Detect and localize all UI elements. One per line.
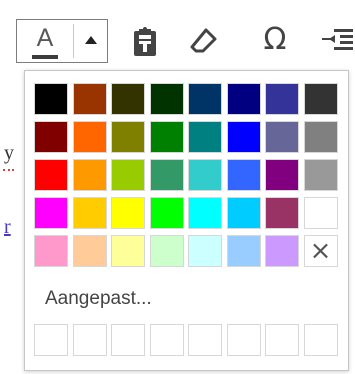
color-swatch[interactable] (34, 83, 68, 115)
color-swatch[interactable] (72, 121, 107, 153)
custom-color-slot[interactable] (111, 324, 145, 356)
color-swatch[interactable] (72, 197, 107, 229)
color-swatch[interactable] (72, 83, 107, 115)
color-swatch[interactable] (226, 159, 261, 191)
color-swatch[interactable] (111, 83, 145, 115)
color-swatch[interactable] (34, 159, 68, 191)
custom-color-slot[interactable] (226, 324, 261, 356)
eraser-icon[interactable] (187, 22, 221, 58)
color-picker-popup: × Aangepast... (24, 70, 349, 371)
current-color-bar (32, 55, 58, 59)
color-swatch[interactable] (188, 197, 222, 229)
color-swatch[interactable] (34, 235, 68, 267)
color-swatch[interactable] (111, 121, 145, 153)
custom-color-slot[interactable] (72, 324, 107, 356)
color-swatch[interactable] (72, 159, 107, 191)
custom-color-slot[interactable] (34, 324, 68, 356)
text-color-icon: A (36, 24, 54, 52)
color-swatch[interactable] (149, 83, 184, 115)
color-swatch[interactable] (188, 83, 222, 115)
color-swatch[interactable] (188, 159, 222, 191)
indent-icon[interactable] (318, 22, 355, 58)
color-swatch[interactable] (111, 159, 145, 191)
custom-color-slot[interactable] (303, 324, 338, 356)
color-swatch[interactable] (265, 235, 299, 267)
text-color-button[interactable]: A (17, 20, 73, 62)
color-swatch[interactable] (226, 197, 261, 229)
color-swatch[interactable] (265, 197, 299, 229)
text-color-open-button[interactable] (74, 20, 107, 62)
color-swatch[interactable] (188, 121, 222, 153)
color-swatch[interactable] (265, 83, 299, 115)
editor-link-fragment: r (4, 216, 11, 238)
color-swatch[interactable] (303, 83, 338, 115)
color-swatch[interactable] (72, 235, 107, 267)
color-swatch[interactable] (111, 197, 145, 229)
color-swatch[interactable] (265, 159, 299, 191)
remove-color-button[interactable]: × (303, 235, 338, 267)
color-swatch[interactable] (188, 235, 222, 267)
color-swatch[interactable] (111, 235, 145, 267)
color-swatch[interactable] (303, 121, 338, 153)
custom-color-slot[interactable] (265, 324, 299, 356)
editor-text-fragment: y (4, 142, 14, 164)
color-swatch[interactable] (149, 197, 184, 229)
toolbar: A Ω (0, 0, 355, 66)
color-swatch[interactable] (149, 121, 184, 153)
color-swatch[interactable] (149, 159, 184, 191)
spellcheck-underline (3, 166, 14, 171)
custom-color-slot[interactable] (149, 324, 184, 356)
color-swatch[interactable] (226, 235, 261, 267)
color-swatch[interactable] (226, 121, 261, 153)
text-color-split-button: A (16, 19, 108, 63)
caret-up-icon (85, 36, 97, 44)
color-swatch[interactable] (303, 159, 338, 191)
color-swatch[interactable] (265, 121, 299, 153)
color-swatch[interactable] (34, 121, 68, 153)
color-swatch[interactable] (34, 197, 68, 229)
special-character-icon[interactable]: Ω (255, 22, 295, 58)
color-swatch[interactable] (149, 235, 184, 267)
custom-color-link[interactable]: Aangepast... (45, 288, 152, 310)
color-swatch[interactable] (303, 197, 338, 229)
paste-icon[interactable] (128, 22, 162, 58)
color-swatch[interactable] (226, 83, 261, 115)
custom-color-slot[interactable] (188, 324, 222, 356)
